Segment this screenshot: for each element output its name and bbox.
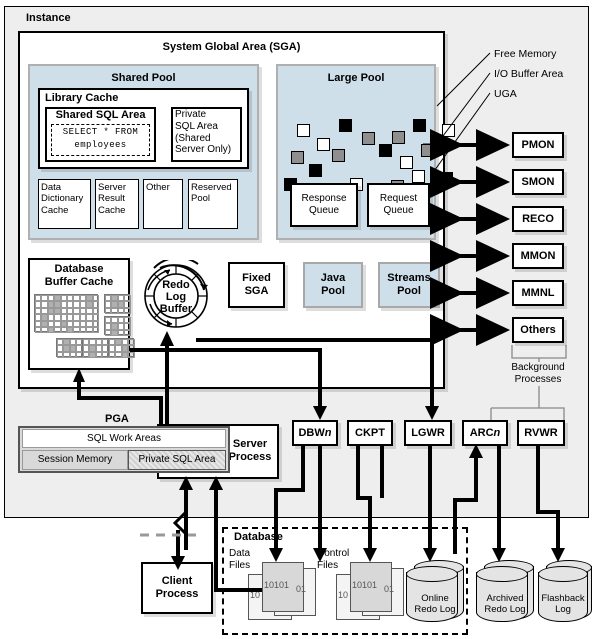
online-redo-log-label: Online Redo Log [414, 593, 456, 615]
redo-log-buffer-label: Redo Log Buffer [159, 278, 193, 316]
flashback-log-top [538, 566, 588, 582]
process-label-lgwr: LGWR [404, 420, 452, 446]
process-label-rvwr: RVWR [517, 420, 565, 446]
online-redo-log-top [406, 566, 458, 582]
process-label-dbwn: DBW n [292, 420, 338, 446]
sql-work-areas-label: SQL Work Areas [87, 432, 161, 444]
flashback-log-cylinder: Flashback Log [536, 558, 593, 626]
request-queue-label: Request Queue [379, 193, 418, 216]
memory-block [317, 138, 330, 151]
buffer-cache-grid [34, 294, 135, 364]
process-label-ckpt-text: CKPT [355, 427, 385, 439]
private-sql-area-label: Private SQL Area (Shared Server Only) [175, 109, 232, 156]
memory-block [297, 124, 310, 137]
buffer-grid [56, 338, 83, 359]
process-label-lgwr-text: LGWR [411, 427, 445, 439]
memory-block [291, 151, 304, 164]
shared-pool-title: Shared Pool [111, 72, 176, 84]
process-label-dbwn-text: DBW [298, 427, 325, 439]
streams-pool-label: Streams Pool [387, 272, 431, 297]
memory-block [442, 124, 455, 137]
control-file-text-right: 01 [384, 584, 395, 594]
oracle-architecture-diagram: Instance System Global Area (SGA) Shared… [0, 0, 593, 639]
pga-title: PGA [105, 413, 129, 425]
database-title: Database [232, 531, 285, 544]
process-label-mmnl: MMNL [521, 286, 555, 299]
memory-block [332, 149, 345, 162]
online-redo-log-cylinder: Online Redo Log [404, 558, 466, 626]
process-label-others: Others [520, 323, 556, 336]
large-pool-title: Large Pool [327, 72, 385, 84]
sga-title: System Global Area (SGA) [162, 41, 301, 53]
buffer-cell [124, 329, 131, 337]
process-label-arcn-suffix: n [493, 427, 501, 439]
buffer-cell [128, 351, 135, 359]
control-files-stack: 10 01 10101 [336, 558, 404, 620]
memory-block [421, 144, 434, 157]
response-queue-label: Response Queue [301, 193, 347, 216]
callout-free-memory: Free Memory [494, 48, 557, 60]
buffer-cell [92, 327, 99, 334]
session-memory-label: Session Memory [37, 454, 113, 466]
buffer-cell [124, 307, 131, 315]
data-dictionary-cache-label: Data Dictionary Cache [41, 182, 84, 216]
callout-uga: UGA [494, 88, 517, 100]
large-pool-memory-blocks [284, 88, 455, 198]
process-label-rvwr-text: RVWR [524, 427, 558, 439]
private-sql-area-pga-label: Private SQL Area [138, 454, 216, 466]
reserved-pool-label: Reserved Pool [191, 182, 232, 205]
database-buffer-cache-label: Database Buffer Cache [44, 263, 114, 288]
memory-block [309, 164, 322, 177]
instance-label: Instance [26, 12, 71, 24]
data-file-text-left: 10 [250, 590, 261, 600]
callout-io-buffer-area: I/O Buffer Area [494, 68, 564, 80]
sql-statement-line-1: SELECT * FROM [62, 127, 139, 138]
data-file-text-right: 01 [296, 584, 307, 594]
control-file-text-left: 10 [338, 590, 349, 600]
process-label-mmon: MMON [520, 249, 556, 262]
control-file-text-front: 10101 [352, 580, 378, 590]
process-label-reco: RECO [522, 212, 554, 225]
fixed-sga-label: Fixed SGA [242, 272, 271, 297]
process-label-ckpt: CKPT [347, 420, 393, 446]
server-process-label: Server Process [228, 438, 272, 463]
server-result-cache-label: Server Result Cache [98, 182, 126, 216]
other-pool-label: Other [146, 182, 170, 193]
memory-block [413, 119, 426, 132]
buffer-grid [82, 338, 109, 359]
memory-block [392, 131, 405, 144]
client-process-label: Client Process [155, 575, 199, 600]
data-files-stack: 10 01 10101 [248, 558, 316, 620]
archived-redo-log-cylinder: Archived Redo Log [474, 558, 536, 626]
flashback-log-label: Flashback Log [541, 593, 585, 615]
buffer-grid [104, 294, 131, 315]
process-label-dbwn-suffix: n [324, 427, 332, 439]
buffer-grid [34, 294, 99, 334]
process-label-pmon: PMON [521, 138, 555, 151]
archived-redo-log-top [476, 566, 528, 582]
java-pool-label: Java Pool [320, 272, 346, 297]
sql-statement-line-2: employees [74, 140, 127, 151]
process-label-arcn: ARC n [462, 420, 508, 446]
data-file-text-front: 10101 [264, 580, 290, 590]
memory-block [339, 119, 352, 132]
process-label-smon: SMON [521, 175, 555, 188]
memory-block [362, 132, 375, 145]
background-processes-label: Background Processes [511, 362, 565, 385]
memory-block [412, 170, 425, 183]
buffer-grid [108, 338, 135, 359]
library-cache-title: Library Cache [45, 92, 119, 104]
shared-sql-area-title: Shared SQL Area [55, 108, 146, 121]
buffer-grid [104, 316, 131, 337]
memory-block [400, 156, 413, 169]
memory-block [379, 144, 392, 157]
process-label-arcn-text: ARC [469, 427, 494, 439]
memory-block [440, 172, 453, 185]
archived-redo-log-label: Archived Redo Log [484, 593, 526, 615]
